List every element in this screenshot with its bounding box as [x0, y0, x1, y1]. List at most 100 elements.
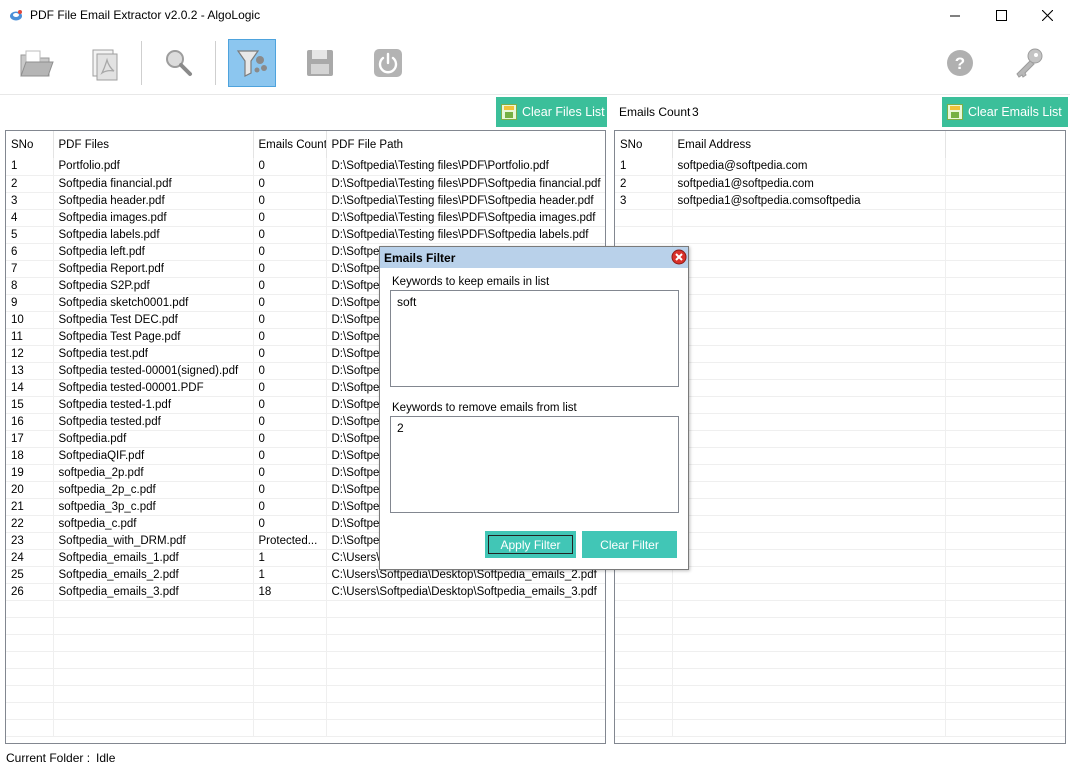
column-header[interactable]: PDF Files [53, 131, 254, 158]
window-title: PDF File Email Extractor v2.0.2 - AlgoLo… [30, 8, 261, 22]
table-cell [615, 583, 673, 601]
remove-keywords-input[interactable]: 2 [390, 416, 679, 513]
save-button[interactable] [296, 39, 344, 87]
column-header[interactable]: SNo [615, 131, 673, 158]
filter-button[interactable] [228, 39, 276, 87]
table-cell: 7 [6, 260, 54, 278]
empty-row [6, 651, 605, 669]
table-cell: 0 [253, 209, 327, 227]
column-header[interactable]: PDF File Path [326, 131, 605, 158]
table-row[interactable]: 5 Softpedia labels.pdf 0 D:\Softpedia\Testi… [6, 226, 605, 244]
table-row[interactable]: 26 Softpedia_emails_3.pdf 18 C:\Users\Softp… [6, 583, 605, 601]
close-button[interactable] [1024, 0, 1070, 31]
table-cell: 0 [253, 243, 327, 261]
table-cell: Softpedia_emails_3.pdf [53, 583, 254, 601]
table-cell [326, 634, 605, 652]
table-row[interactable]: 3 Softpedia header.pdf 0 D:\Softpedia\Testi… [6, 192, 605, 210]
table-cell: 2 [6, 175, 54, 193]
empty-row [615, 634, 1065, 652]
table-cell: C:\Users\Softpedia\Desktop\Softpedia_ema… [326, 583, 605, 601]
table-cell [672, 362, 946, 380]
empty-row [615, 702, 1065, 720]
table-cell [945, 668, 1065, 686]
emails-count-label: Emails Count [619, 105, 691, 119]
table-row[interactable]: 3 softpedia1@softpedia.comsoftpedia [615, 192, 1065, 210]
exit-button[interactable] [364, 39, 412, 87]
table-cell [945, 617, 1065, 635]
apply-filter-button[interactable]: Apply Filter [485, 531, 576, 558]
table-cell: Softpedia header.pdf [53, 192, 254, 210]
clear-list-icon [501, 104, 517, 120]
table-cell [326, 685, 605, 703]
table-cell: softpedia_2p_c.pdf [53, 481, 254, 499]
help-icon: ? [947, 50, 973, 76]
help-button[interactable]: ? [936, 39, 984, 87]
empty-row [615, 719, 1065, 737]
table-cell: softpedia1@softpedia.comsoftpedia [672, 192, 946, 210]
table-cell [6, 702, 54, 720]
table-cell [945, 651, 1065, 669]
clear-filter-button[interactable]: Clear Filter [582, 531, 677, 558]
column-header[interactable]: Emails Count [253, 131, 327, 158]
table-cell [253, 634, 327, 652]
table-cell [6, 651, 54, 669]
table-cell [945, 719, 1065, 737]
table-row[interactable]: 2 Softpedia financial.pdf 0 D:\Softpedia\Te… [6, 175, 605, 193]
table-cell [53, 719, 254, 737]
clear-files-list-button[interactable]: Clear Files List [496, 97, 607, 127]
register-button[interactable] [1004, 39, 1052, 87]
table-row[interactable]: 4 Softpedia images.pdf 0 D:\Softpedia\Testi… [6, 209, 605, 227]
table-cell: 24 [6, 549, 54, 567]
open-file-button[interactable] [80, 39, 128, 87]
clear-emails-list-button[interactable]: Clear Emails List [942, 97, 1068, 127]
table-cell: 11 [6, 328, 54, 346]
table-cell [6, 719, 54, 737]
table-cell [6, 617, 54, 635]
table-cell [615, 668, 673, 686]
table-cell: 22 [6, 515, 54, 533]
table-cell: Softpedia Report.pdf [53, 260, 254, 278]
table-cell [672, 481, 946, 499]
table-cell: 0 [253, 260, 327, 278]
table-cell [945, 464, 1065, 482]
column-header-blank [945, 131, 1065, 158]
table-cell: 5 [6, 226, 54, 244]
table-cell [945, 600, 1065, 618]
table-cell [253, 651, 327, 669]
table-cell [672, 464, 946, 482]
keep-keywords-input[interactable]: soft [390, 290, 679, 387]
table-row[interactable]: 2 softpedia1@softpedia.com [615, 175, 1065, 193]
search-button[interactable] [154, 39, 202, 87]
dialog-close-icon[interactable] [671, 249, 687, 265]
status-bar: Current Folder : Idle [6, 751, 115, 765]
table-row[interactable]: 1 Portfolio.pdf 0 D:\Softpedia\Testing file… [6, 158, 605, 176]
maximize-button[interactable] [978, 0, 1024, 31]
table-cell [253, 600, 327, 618]
table-cell: Softpedia labels.pdf [53, 226, 254, 244]
empty-row [615, 668, 1065, 686]
open-folder-button[interactable] [12, 39, 60, 87]
table-cell [945, 498, 1065, 516]
column-header[interactable]: SNo [6, 131, 54, 158]
table-cell [253, 685, 327, 703]
empty-row [615, 226, 1065, 244]
minimize-icon [949, 15, 960, 17]
table-cell [615, 600, 673, 618]
column-header[interactable]: Email Address [672, 131, 946, 158]
table-cell: Softpedia_emails_1.pdf [53, 549, 254, 567]
table-cell [53, 600, 254, 618]
table-cell [672, 702, 946, 720]
table-cell [672, 668, 946, 686]
table-cell: 0 [253, 158, 327, 176]
table-cell: 0 [253, 277, 327, 295]
table-cell: softpedia_2p.pdf [53, 464, 254, 482]
table-row[interactable]: 1 softpedia@softpedia.com [615, 158, 1065, 176]
table-cell [945, 345, 1065, 363]
table-cell [253, 719, 327, 737]
table-cell [672, 226, 946, 244]
minimize-button[interactable] [932, 0, 978, 31]
table-cell: D:\Softpedia\Testing files\PDF\Softpedia… [326, 209, 605, 227]
toolbar-separator [215, 41, 216, 85]
table-cell: 13 [6, 362, 54, 380]
table-cell: 12 [6, 345, 54, 363]
